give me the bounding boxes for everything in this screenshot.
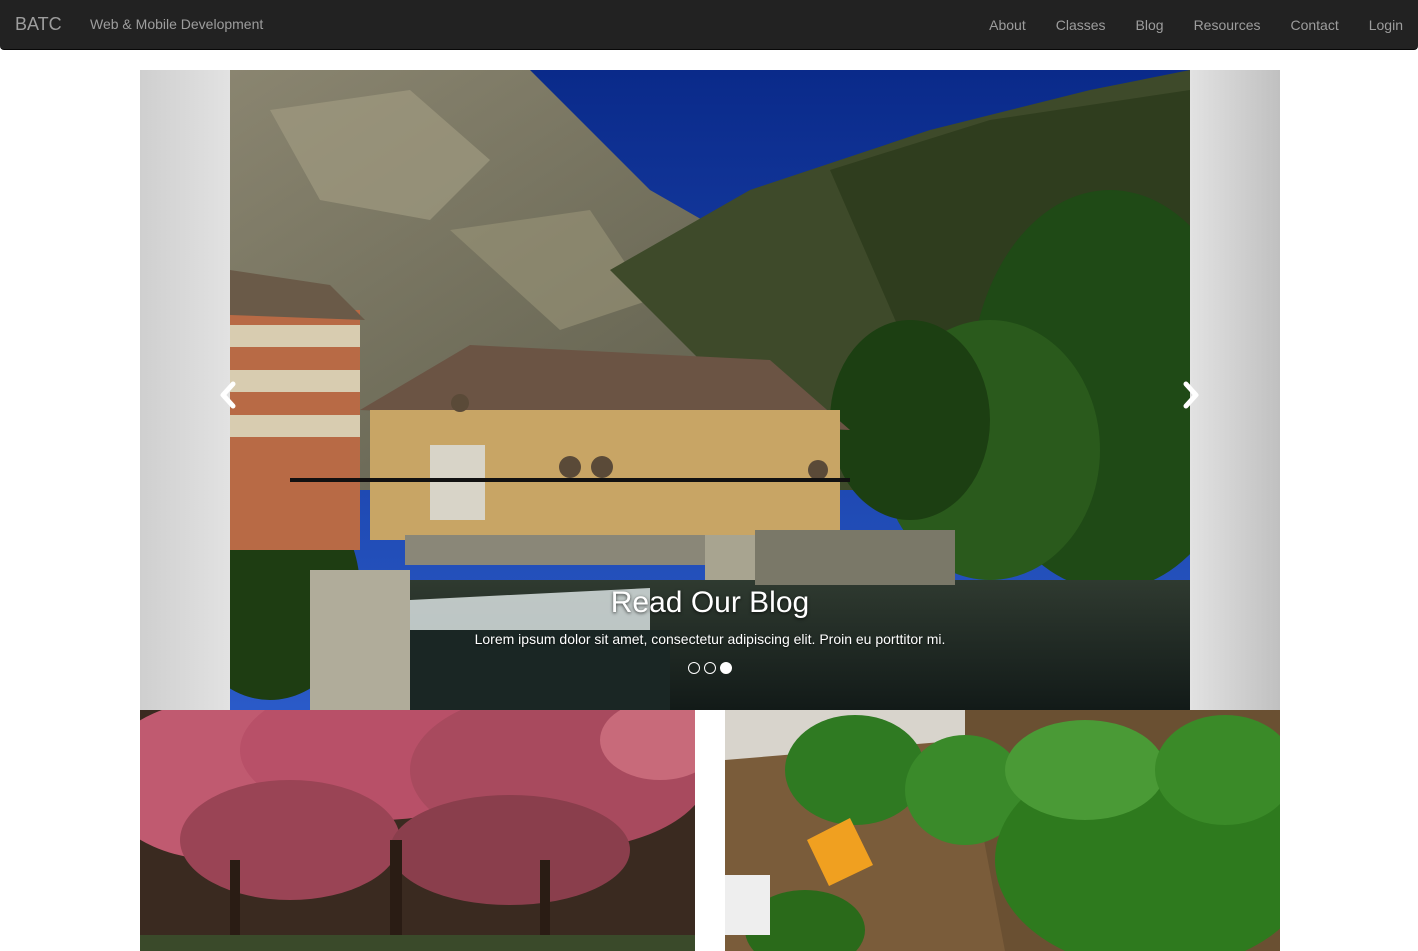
nav-link-blog[interactable]: Blog — [1121, 0, 1179, 50]
nav-link-about[interactable]: About — [974, 0, 1041, 50]
spinach-market-photo — [725, 710, 1280, 951]
top-navbar: BATC Web & Mobile Development About Clas… — [0, 0, 1418, 50]
carousel-indicator-3[interactable] — [720, 662, 732, 674]
carousel-indicator-2[interactable] — [704, 662, 716, 674]
carousel-caption-text: Lorem ipsum dolor sit amet, consectetur … — [474, 631, 946, 647]
blossom-trees-tile[interactable] — [140, 710, 695, 951]
chevron-left-icon — [220, 381, 236, 409]
nav-link-login[interactable]: Login — [1354, 0, 1418, 50]
brand-logo[interactable]: BATC — [15, 14, 62, 35]
carousel-next-button[interactable] — [1176, 380, 1206, 410]
carousel-caption-title: Read Our Blog — [610, 586, 810, 619]
carousel-indicators — [140, 662, 1280, 674]
navbar-tagline[interactable]: Web & Mobile Development — [90, 16, 263, 32]
nav-link-resources[interactable]: Resources — [1179, 0, 1276, 50]
carousel-prev-button[interactable] — [213, 380, 243, 410]
nav-menu: About Classes Blog Resources Contact Log… — [974, 0, 1418, 50]
blossom-trees-photo — [140, 710, 695, 951]
chevron-right-icon — [1183, 381, 1199, 409]
carousel-indicator-1[interactable] — [688, 662, 700, 674]
hero-carousel: Read Our Blog Lorem ipsum dolor sit amet… — [140, 70, 1280, 710]
nav-link-contact[interactable]: Contact — [1275, 0, 1353, 50]
nav-link-classes[interactable]: Classes — [1041, 0, 1121, 50]
spinach-market-tile[interactable] — [725, 710, 1280, 951]
